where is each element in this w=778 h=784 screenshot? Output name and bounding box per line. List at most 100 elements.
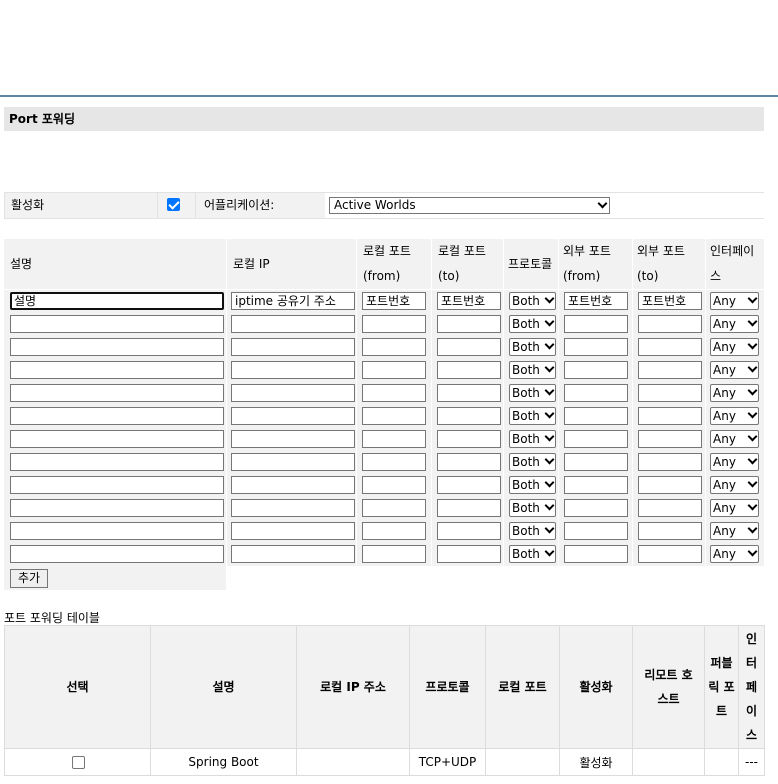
local-ip-input[interactable] [231, 545, 355, 563]
application-select[interactable]: Active Worlds [329, 197, 610, 214]
interface-select[interactable]: Any [710, 384, 759, 402]
ext-port-to-input[interactable] [638, 338, 702, 356]
desc-input[interactable] [10, 430, 224, 448]
desc-input[interactable] [10, 315, 224, 333]
protocol-select[interactable]: Both [509, 384, 556, 402]
local-ip-input[interactable] [231, 338, 355, 356]
interface-select[interactable]: Any [710, 545, 759, 563]
local-ip-input[interactable] [231, 407, 355, 425]
ext-port-to-input[interactable] [638, 430, 702, 448]
ext-port-to-input[interactable] [638, 522, 702, 540]
local-port-to-input[interactable] [437, 384, 501, 402]
local-port-from-input[interactable] [362, 522, 426, 540]
enable-checkbox[interactable] [167, 198, 180, 211]
desc-input[interactable] [10, 407, 224, 425]
local-port-from-input[interactable]: 포트번호 [362, 292, 426, 310]
local-ip-input[interactable] [231, 384, 355, 402]
interface-select[interactable]: Any [710, 522, 759, 540]
local-port-to-input[interactable] [437, 430, 501, 448]
desc-input[interactable] [10, 545, 224, 563]
desc-input[interactable] [10, 476, 224, 494]
local-port-from-input[interactable] [362, 545, 426, 563]
interface-select[interactable]: Any [710, 315, 759, 333]
local-ip-input[interactable] [231, 430, 355, 448]
protocol-select[interactable]: Both [509, 499, 556, 517]
local-port-from-input[interactable] [362, 384, 426, 402]
desc-input[interactable] [10, 361, 224, 379]
local-port-to-input[interactable] [437, 407, 501, 425]
ext-port-to-input[interactable] [638, 499, 702, 517]
local-ip-input[interactable] [231, 361, 355, 379]
interface-select[interactable]: Any [710, 292, 759, 310]
local-port-to-input[interactable]: 포트번호 [437, 292, 501, 310]
ext-port-to-input[interactable] [638, 407, 702, 425]
local-port-to-input[interactable] [437, 476, 501, 494]
desc-input[interactable]: 설명 [10, 292, 224, 310]
protocol-select[interactable]: Both [509, 430, 556, 448]
protocol-select[interactable]: Both [509, 338, 556, 356]
interface-select[interactable]: Any [710, 499, 759, 517]
desc-input[interactable] [10, 453, 224, 471]
interface-select[interactable]: Any [710, 407, 759, 425]
protocol-select[interactable]: Both [509, 361, 556, 379]
protocol-select[interactable]: Both [509, 292, 556, 310]
ext-port-from-input[interactable]: 포트번호 [564, 292, 628, 310]
ext-port-from-input[interactable] [564, 361, 628, 379]
local-port-to-input[interactable] [437, 361, 501, 379]
protocol-select[interactable]: Both [509, 476, 556, 494]
local-port-from-input[interactable] [362, 315, 426, 333]
local-port-to-input[interactable] [437, 522, 501, 540]
ext-port-from-input[interactable] [564, 499, 628, 517]
local-port-from-input[interactable] [362, 430, 426, 448]
local-port-from-input[interactable] [362, 499, 426, 517]
ext-port-from-input[interactable] [564, 315, 628, 333]
local-port-from-input[interactable] [362, 476, 426, 494]
local-port-from-input[interactable] [362, 361, 426, 379]
local-ip-input[interactable] [231, 453, 355, 471]
local-ip-input[interactable] [231, 499, 355, 517]
ext-port-from-input[interactable] [564, 522, 628, 540]
local-port-to-input[interactable] [437, 499, 501, 517]
add-rule-button[interactable]: 추가 [10, 569, 48, 588]
ext-port-from-input[interactable] [564, 430, 628, 448]
protocol-select[interactable]: Both [509, 315, 556, 333]
ext-port-to-input[interactable] [638, 361, 702, 379]
local-port-to-input[interactable] [437, 338, 501, 356]
ext-port-to-input[interactable] [638, 384, 702, 402]
interface-select[interactable]: Any [710, 338, 759, 356]
protocol-select[interactable]: Both [509, 545, 556, 563]
local-port-to-input[interactable] [437, 315, 501, 333]
row-select-checkbox[interactable] [72, 756, 85, 769]
ext-port-to-input[interactable] [638, 545, 702, 563]
ext-port-to-input[interactable] [638, 315, 702, 333]
local-port-to-input[interactable] [437, 453, 501, 471]
protocol-select[interactable]: Both [509, 522, 556, 540]
desc-input[interactable] [10, 522, 224, 540]
ext-port-from-input[interactable] [564, 338, 628, 356]
ext-port-from-input[interactable] [564, 545, 628, 563]
local-ip-input[interactable] [231, 476, 355, 494]
local-port-from-input[interactable] [362, 453, 426, 471]
local-ip-input[interactable] [231, 315, 355, 333]
interface-select[interactable]: Any [710, 361, 759, 379]
ext-port-to-input[interactable] [638, 476, 702, 494]
desc-input[interactable] [10, 338, 224, 356]
local-port-from-input[interactable] [362, 338, 426, 356]
local-port-to-input[interactable] [437, 545, 501, 563]
ext-port-from-input[interactable] [564, 476, 628, 494]
interface-select[interactable]: Any [710, 430, 759, 448]
local-port-from-input[interactable] [362, 407, 426, 425]
interface-select[interactable]: Any [710, 476, 759, 494]
ext-port-from-input[interactable] [564, 407, 628, 425]
interface-select[interactable]: Any [710, 453, 759, 471]
ext-port-from-input[interactable] [564, 453, 628, 471]
desc-input[interactable] [10, 384, 224, 402]
local-ip-input[interactable]: iptime 공유기 주소 [231, 292, 355, 310]
ext-port-to-input[interactable]: 포트번호 [638, 292, 702, 310]
protocol-select[interactable]: Both [509, 407, 556, 425]
protocol-select[interactable]: Both [509, 453, 556, 471]
desc-input[interactable] [10, 499, 224, 517]
local-ip-input[interactable] [231, 522, 355, 540]
ext-port-to-input[interactable] [638, 453, 702, 471]
ext-port-from-input[interactable] [564, 384, 628, 402]
